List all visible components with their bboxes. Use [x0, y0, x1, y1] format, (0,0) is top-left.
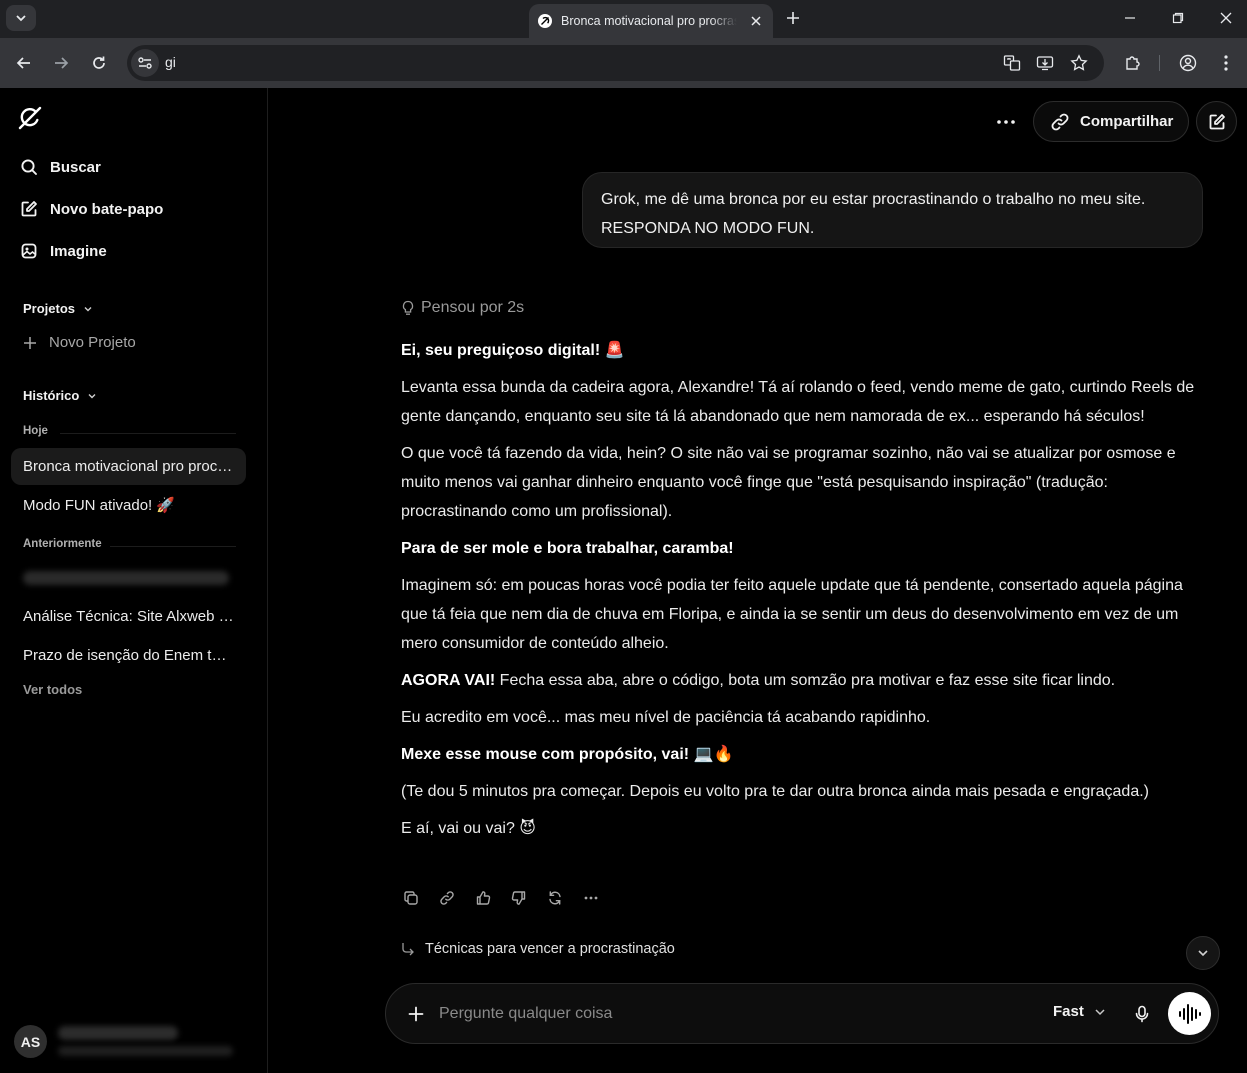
- sidebar-item-imagine[interactable]: Imagine: [20, 242, 107, 260]
- thumbs-up-icon[interactable]: [473, 888, 492, 907]
- group-divider: [60, 433, 236, 434]
- copy-icon[interactable]: [401, 888, 420, 907]
- reply-arrow-icon: [402, 943, 414, 956]
- link-icon[interactable]: [437, 888, 456, 907]
- group-divider: [110, 546, 236, 547]
- chevron-down-icon: [88, 393, 96, 398]
- grok-favicon-icon: [537, 13, 553, 29]
- browser-tab-strip: Bronca motivacional pro procrastinador: [0, 0, 1247, 38]
- toolbar-divider: [1159, 55, 1160, 71]
- reload-icon[interactable]: [86, 50, 112, 76]
- new-tab-icon[interactable]: [782, 7, 804, 29]
- lightbulb-icon: [402, 300, 414, 315]
- close-window-icon[interactable]: [1211, 4, 1241, 32]
- browser-tab-active[interactable]: Bronca motivacional pro procrastinador: [529, 4, 773, 38]
- sidebar-item-new-chat[interactable]: Novo bate-papo: [20, 200, 163, 218]
- new-chat-button[interactable]: [1196, 101, 1237, 142]
- grok-logo-icon[interactable]: [17, 105, 43, 131]
- user-message-bubble: Grok, me dê uma bronca por eu estar proc…: [582, 172, 1203, 248]
- address-bar[interactable]: gi: [127, 45, 1104, 81]
- browser-toolbar: gi: [0, 38, 1247, 88]
- history-group-today: Hoje: [23, 425, 48, 437]
- history-item[interactable]: Prazo de isenção do Enem terminado: [11, 637, 246, 674]
- new-project-button[interactable]: Novo Projeto: [23, 334, 136, 351]
- browser-menu-icon[interactable]: [1215, 52, 1237, 74]
- thumbs-down-icon[interactable]: [509, 888, 528, 907]
- tab-search-button[interactable]: [6, 5, 36, 31]
- close-tab-icon[interactable]: [747, 12, 765, 30]
- see-all-link[interactable]: Ver todos: [23, 682, 82, 697]
- response-paragraph: E aí, vai ou vai? 😈: [401, 820, 536, 837]
- model-selector[interactable]: Fast: [1053, 1003, 1106, 1020]
- response-paragraph: Eu acredito em você... mas meu nível de …: [401, 709, 931, 726]
- voice-mode-button[interactable]: [1168, 992, 1211, 1035]
- history-item[interactable]: Modo FUN ativado! 🚀: [11, 486, 246, 523]
- response-heading: Ei, seu preguiçoso digital! 🚨: [401, 342, 625, 359]
- sidebar-item-label: Novo bate-papo: [50, 200, 164, 218]
- projects-section-toggle[interactable]: Projetos: [23, 301, 93, 316]
- redacted-history-item[interactable]: [23, 571, 229, 585]
- thought-duration[interactable]: Pensou por 2s: [401, 299, 524, 317]
- new-chat-icon: [21, 201, 37, 217]
- history-item-active[interactable]: Bronca motivacional pro procrastinador: [11, 448, 246, 485]
- back-arrow-icon[interactable]: [11, 50, 37, 76]
- response-heading: Para de ser mole e bora trabalhar, caram…: [401, 540, 734, 557]
- sidebar-item-label: Imagine: [50, 242, 107, 260]
- redacted-user-email: [58, 1046, 233, 1056]
- chevron-down-icon: [16, 15, 26, 22]
- restore-window-icon[interactable]: [1163, 4, 1193, 32]
- response-paragraph: Levanta essa bunda da cadeira agora, Ale…: [401, 379, 1195, 425]
- install-app-icon[interactable]: [1035, 53, 1055, 73]
- response-paragraph: Imaginem só: em poucas horas você podia …: [401, 577, 1183, 652]
- edit-icon: [1209, 113, 1225, 129]
- response-emphasis: AGORA VAI!: [401, 672, 496, 689]
- sidebar-item-search[interactable]: Buscar: [20, 158, 101, 176]
- regenerate-icon[interactable]: [545, 888, 564, 907]
- sidebar-item-label: Buscar: [50, 158, 101, 176]
- plus-icon: [24, 336, 36, 349]
- minimize-window-icon[interactable]: [1115, 4, 1145, 32]
- assistant-response: Ei, seu preguiçoso digital! 🚨 Levanta es…: [401, 336, 1211, 851]
- share-button[interactable]: Compartilhar: [1033, 101, 1189, 142]
- translate-icon[interactable]: [1002, 53, 1022, 73]
- image-icon: [21, 243, 37, 259]
- extensions-icon[interactable]: [1122, 52, 1144, 74]
- response-paragraph: (Te dou 5 minutos pra começar. Depois eu…: [401, 783, 1149, 800]
- search-icon: [21, 159, 37, 175]
- suggested-followup[interactable]: Técnicas para vencer a procrastinação: [401, 941, 675, 957]
- response-paragraph: AGORA VAI! Fecha essa aba, abre o código…: [401, 672, 1116, 689]
- tab-title: Bronca motivacional pro procrastinador: [561, 14, 737, 28]
- response-paragraph: O que você tá fazendo da vida, hein? O s…: [401, 445, 1176, 520]
- profile-icon[interactable]: [1177, 52, 1199, 74]
- message-input[interactable]: [439, 1002, 999, 1026]
- history-section-toggle[interactable]: Histórico: [23, 388, 97, 403]
- response-actions: [401, 888, 600, 907]
- site-settings-icon[interactable]: [131, 49, 159, 77]
- chevron-down-icon: [1095, 1008, 1105, 1015]
- waveform-icon: [1178, 1003, 1201, 1024]
- more-options-icon[interactable]: [581, 888, 600, 907]
- chevron-down-icon: [1198, 950, 1208, 957]
- chevron-down-icon: [84, 306, 92, 311]
- sidebar: Buscar Novo bate-papo Imagine Projetos N…: [0, 88, 268, 1073]
- link-icon: [1051, 113, 1069, 130]
- redacted-user-name: [58, 1026, 178, 1040]
- history-group-earlier: Anteriormente: [23, 538, 102, 550]
- more-options-icon[interactable]: [992, 108, 1020, 136]
- bookmark-star-icon[interactable]: [1069, 53, 1089, 73]
- history-item[interactable]: Análise Técnica: Site Alxweb Digital: [11, 598, 246, 635]
- response-heading: Mexe esse mouse com propósito, vai! 💻🔥: [401, 746, 734, 763]
- microphone-icon[interactable]: [1131, 1003, 1153, 1025]
- message-composer: Fast: [385, 983, 1219, 1044]
- forward-arrow-icon[interactable]: [48, 50, 74, 76]
- attach-plus-icon[interactable]: [405, 1003, 427, 1025]
- scroll-to-bottom-button[interactable]: [1186, 936, 1220, 970]
- address-text: gi: [165, 54, 176, 70]
- avatar[interactable]: AS: [14, 1025, 47, 1058]
